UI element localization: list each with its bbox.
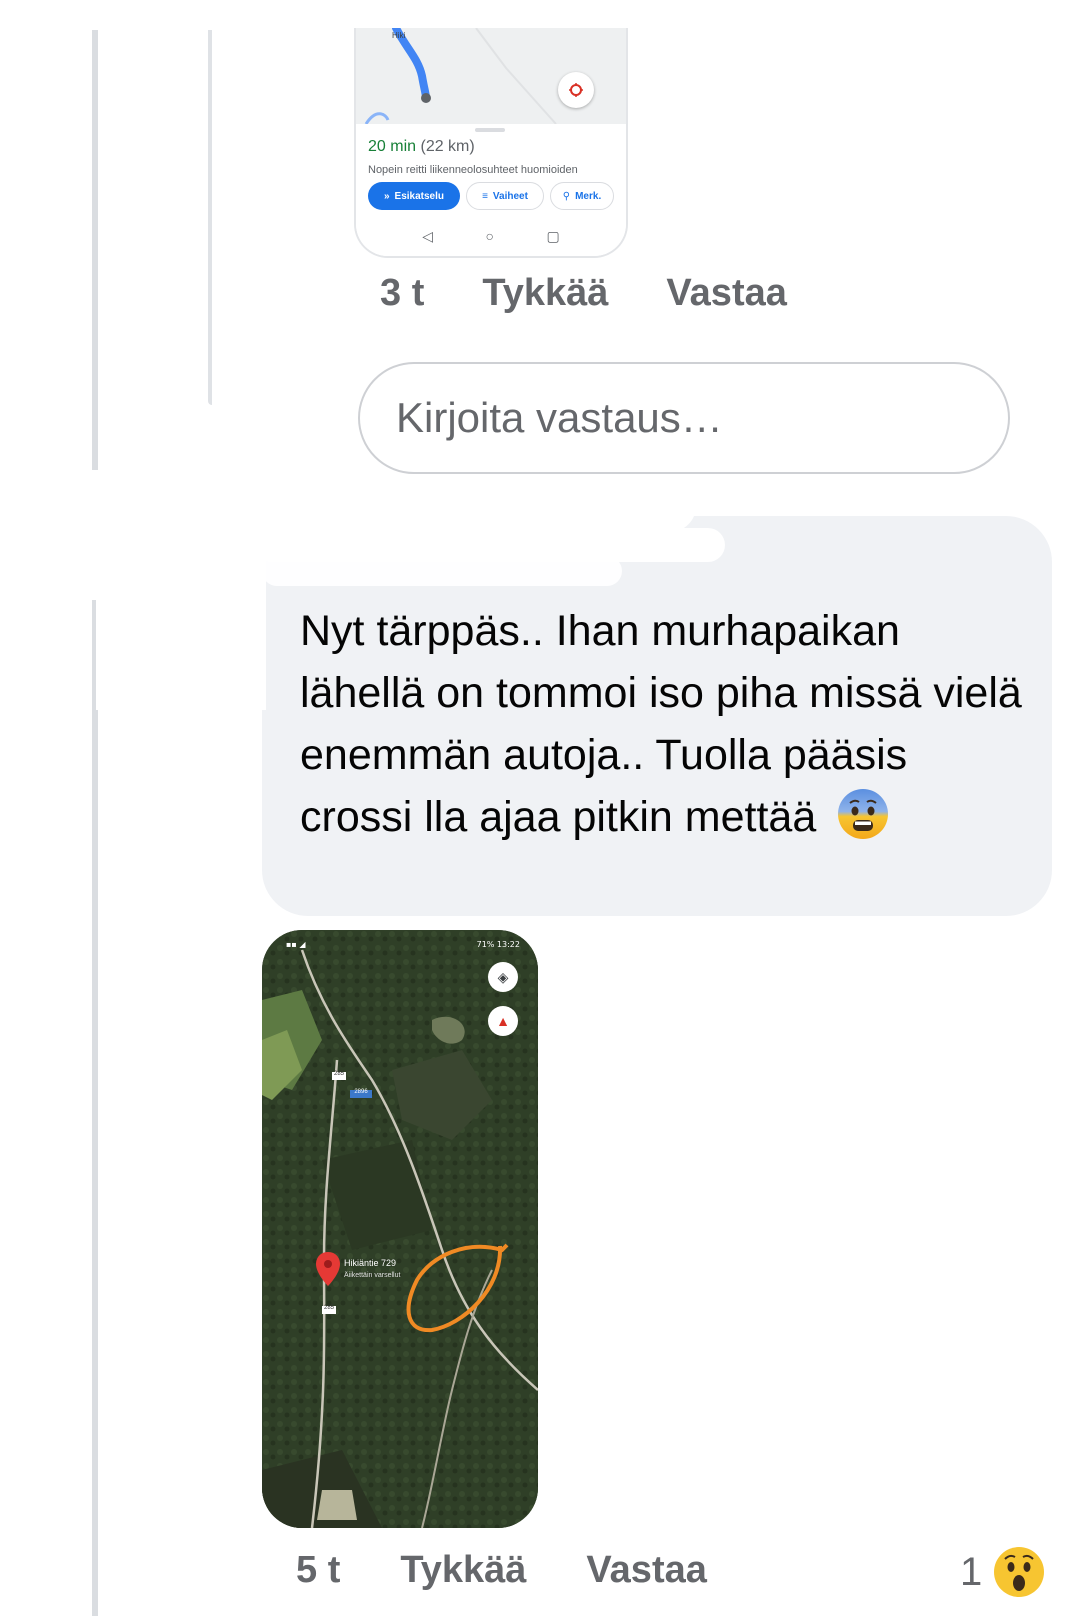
signal-icon: ▪▪ ◢ xyxy=(286,940,306,949)
svg-text:Hiki: Hiki xyxy=(392,31,406,40)
pin-button[interactable]: ⚲ Merk. xyxy=(550,182,614,210)
anxious-face-emoji xyxy=(838,789,889,839)
like-button[interactable]: Tykkää xyxy=(482,272,608,315)
route-eta: 20 min (22 km) xyxy=(368,138,475,156)
back-nav-icon[interactable]: ◁ xyxy=(422,228,433,245)
comment-meta-row-2: 5 t Tykkää Vastaa xyxy=(296,1549,707,1592)
pin-icon: ⚲ xyxy=(562,190,571,202)
list-icon: ≡ xyxy=(482,190,488,202)
comment-timestamp[interactable]: 5 t xyxy=(296,1549,340,1592)
preview-button-label: Esikatselu xyxy=(394,190,445,202)
road-label-2: 2896 xyxy=(354,1089,368,1095)
nested-thread-line xyxy=(208,30,212,405)
drag-handle xyxy=(475,128,505,132)
eta-minutes: 20 min xyxy=(368,138,417,155)
reaction-summary[interactable]: 1 xyxy=(960,1545,1046,1599)
thread-line-lower xyxy=(92,600,98,1616)
road-label-1: 285 xyxy=(333,1071,344,1077)
preview-icon: » xyxy=(383,190,390,202)
route-description: Nopein reitti liikenneolosuhteet huomioi… xyxy=(368,164,578,176)
like-button[interactable]: Tykkää xyxy=(400,1549,526,1592)
pin-button-label: Merk. xyxy=(575,190,602,202)
reply-input[interactable]: Kirjoita vastaus… xyxy=(358,362,1010,474)
recenter-icon[interactable] xyxy=(558,72,594,108)
reply-input-placeholder: Kirjoita vastaus… xyxy=(396,394,723,441)
redacted-avatar xyxy=(96,470,266,710)
route-info-panel: 20 min (22 km) Nopein reitti liikenneolo… xyxy=(356,124,626,256)
comment-timestamp[interactable]: 3 t xyxy=(380,272,424,315)
recents-nav-icon[interactable]: ▢ xyxy=(547,228,560,245)
steps-button[interactable]: ≡ Vaiheet xyxy=(466,182,544,210)
pin-sublabel: Äiikettäin varsellut xyxy=(344,1272,401,1279)
status-bar: ▪▪ ◢ 71% 13:22 xyxy=(262,940,538,954)
attached-route-screenshot[interactable]: Hiki 20 min (22 km) Nopein reitti liiken… xyxy=(354,28,628,258)
eta-distance: (22 km) xyxy=(420,138,475,155)
reaction-count: 1 xyxy=(960,1549,983,1594)
route-map: Hiki xyxy=(356,28,626,125)
layers-icon[interactable]: ◈ xyxy=(488,962,518,992)
home-nav-icon[interactable]: ○ xyxy=(486,228,494,244)
android-navbar: ◁ ○ ▢ xyxy=(356,224,626,248)
preview-button[interactable]: » Esikatselu xyxy=(368,182,460,210)
attached-map-screenshot[interactable]: ▪▪ ◢ 71% 13:22 ◈ ▲ 285 2896 285 Hikiänti… xyxy=(262,930,538,1528)
wow-emoji xyxy=(994,1547,1045,1597)
comment-body: Nyt tärppäs.. Ihan murhapaikan lähellä o… xyxy=(300,607,1022,841)
redacted-smear-2 xyxy=(262,556,622,586)
road-label-3: 285 xyxy=(323,1305,334,1311)
steps-button-label: Vaiheet xyxy=(492,190,528,202)
status-right: 71% 13:22 xyxy=(476,940,520,949)
comment-text: Nyt tärppäs.. Ihan murhapaikan lähellä o… xyxy=(300,600,1030,848)
compass-icon[interactable]: ▲ xyxy=(488,1006,518,1036)
thread-line xyxy=(92,30,98,470)
pin-label: Hikiäntie 729 xyxy=(344,1258,397,1268)
comment-meta-row: 3 t Tykkää Vastaa xyxy=(380,272,787,315)
reply-button[interactable]: Vastaa xyxy=(666,272,786,315)
reply-button[interactable]: Vastaa xyxy=(586,1549,706,1592)
